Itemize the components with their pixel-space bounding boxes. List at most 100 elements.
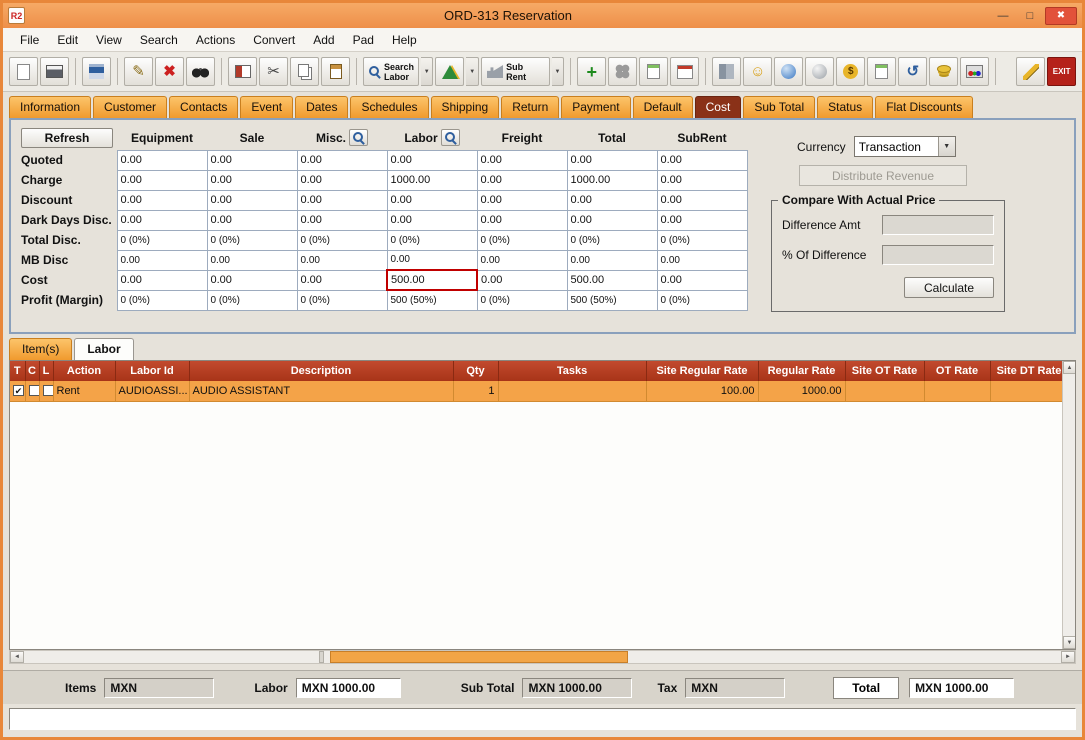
scroll-right-icon[interactable]: ►	[1061, 651, 1075, 663]
app-icon[interactable]: R2	[8, 7, 25, 24]
grid-cell[interactable]: 0.00	[297, 150, 387, 170]
grid-cell[interactable]: 0 (0%)	[387, 230, 477, 250]
grid-cell[interactable]: 0.00	[477, 190, 567, 210]
grid-cell[interactable]: 0.00	[387, 190, 477, 210]
sphere-button[interactable]	[805, 57, 834, 86]
grid-cell[interactable]: 0.00	[207, 250, 297, 270]
grid-cell[interactable]: 0.00	[297, 170, 387, 190]
grid-cell[interactable]: 0 (0%)	[117, 290, 207, 310]
close-button[interactable]: ✖	[1045, 7, 1077, 25]
c-checkbox[interactable]	[29, 385, 40, 396]
exchange-button[interactable]: ↺	[898, 57, 927, 86]
col-labor-id[interactable]: Labor Id	[115, 361, 189, 381]
menu-actions[interactable]: Actions	[187, 30, 244, 50]
globe-button[interactable]	[774, 57, 803, 86]
tab-status[interactable]: Status	[817, 96, 873, 118]
coins-button[interactable]	[929, 57, 958, 86]
col-ot-rate[interactable]: OT Rate	[924, 361, 990, 381]
col-t[interactable]: T	[10, 361, 25, 381]
smiley-button[interactable]: ☺	[743, 57, 772, 86]
col-site-dt-rate[interactable]: Site DT Rate	[990, 361, 1068, 381]
delete-button[interactable]: ✖	[155, 57, 184, 86]
grid-cell[interactable]: 0.00	[297, 250, 387, 270]
calculate-button[interactable]: Calculate	[904, 277, 994, 298]
tab-customer[interactable]: Customer	[93, 96, 167, 118]
cell-labor-id[interactable]: AUDIOASSI...	[115, 381, 189, 401]
grid-cell[interactable]: 0.00	[117, 150, 207, 170]
tab-cost[interactable]: Cost	[695, 96, 742, 118]
col-site-ot-rate[interactable]: Site OT Rate	[845, 361, 924, 381]
grid-cell[interactable]: 0 (0%)	[207, 290, 297, 310]
grid-cell[interactable]: 0.00	[117, 210, 207, 230]
scroll-up-icon[interactable]: ▲	[1063, 361, 1076, 374]
cell-ot-rate[interactable]	[924, 381, 990, 401]
add-button[interactable]: +	[577, 57, 606, 86]
grid-cell[interactable]: 0.00	[657, 250, 747, 270]
search-labor-dropdown[interactable]: ▼	[421, 57, 433, 86]
pct-of-difference-field[interactable]	[882, 245, 994, 265]
grid-cell[interactable]: 0.00	[387, 250, 477, 270]
find-button[interactable]	[186, 57, 215, 86]
exit-button[interactable]: EXIT	[1047, 57, 1076, 86]
sub-rent-button[interactable]: Sub Rent	[481, 57, 550, 86]
grid-cell[interactable]: 0.00	[387, 210, 477, 230]
labor-row[interactable]: ✔ Rent AUDIOASSI... AUDIO ASSISTANT 1 10…	[10, 381, 1068, 401]
tab-shipping[interactable]: Shipping	[431, 96, 500, 118]
grid-cell[interactable]: 0 (0%)	[207, 230, 297, 250]
grid-cell[interactable]: 500 (50%)	[567, 290, 657, 310]
distribute-revenue-button[interactable]: Distribute Revenue	[799, 165, 967, 186]
tab-dates[interactable]: Dates	[295, 96, 348, 118]
cell-site-dt-rate[interactable]	[990, 381, 1068, 401]
tab-payment[interactable]: Payment	[561, 96, 630, 118]
color-print-button[interactable]	[960, 57, 989, 86]
grid-cell[interactable]: 0 (0%)	[297, 290, 387, 310]
grid-cell[interactable]: 0 (0%)	[297, 230, 387, 250]
grid-cell[interactable]: 500 (50%)	[387, 290, 477, 310]
grid-cell[interactable]: 0.00	[657, 210, 747, 230]
grid-cell[interactable]: 0.00	[657, 190, 747, 210]
grid-cell[interactable]: 0 (0%)	[567, 230, 657, 250]
tab-contacts[interactable]: Contacts	[169, 96, 238, 118]
grid-cell[interactable]: 0.00	[567, 250, 657, 270]
grid-cell[interactable]: 0.00	[207, 270, 297, 290]
misc-search-button[interactable]	[349, 129, 368, 146]
grid-cell[interactable]: 0.00	[117, 250, 207, 270]
cost-labor-cell-selected[interactable]: 500.00	[387, 270, 477, 290]
splitter-handle[interactable]	[319, 651, 324, 663]
menu-view[interactable]: View	[87, 30, 131, 50]
grid-cell[interactable]: 0.00	[477, 170, 567, 190]
grid-cell[interactable]: 0.00	[297, 270, 387, 290]
col-action[interactable]: Action	[53, 361, 115, 381]
money-button[interactable]: $	[836, 57, 865, 86]
sub-rent-dropdown[interactable]: ▼	[552, 57, 564, 86]
menu-convert[interactable]: Convert	[244, 30, 304, 50]
menu-help[interactable]: Help	[383, 30, 426, 50]
grid-cell[interactable]: 0.00	[117, 190, 207, 210]
grid-cell[interactable]: 0.00	[207, 150, 297, 170]
menu-pad[interactable]: Pad	[344, 30, 383, 50]
scroll-left-icon[interactable]: ◄	[10, 651, 24, 663]
grid-cell[interactable]: 0.00	[477, 150, 567, 170]
grid-cell[interactable]: 0.00	[117, 270, 207, 290]
refresh-button[interactable]: Refresh	[21, 128, 113, 148]
cell-tasks[interactable]	[498, 381, 646, 401]
col-description[interactable]: Description	[189, 361, 453, 381]
tab-default[interactable]: Default	[633, 96, 693, 118]
wand-button[interactable]	[1016, 57, 1045, 86]
menu-edit[interactable]: Edit	[48, 30, 87, 50]
tab-information[interactable]: Information	[9, 96, 91, 118]
menu-search[interactable]: Search	[131, 30, 187, 50]
group-button[interactable]	[608, 57, 637, 86]
col-regular-rate[interactable]: Regular Rate	[758, 361, 845, 381]
grid-cell[interactable]: 0.00	[657, 150, 747, 170]
scrollbar-thumb[interactable]	[330, 651, 628, 663]
col-l[interactable]: L	[39, 361, 53, 381]
grid-cell[interactable]: 0.00	[477, 210, 567, 230]
grid-cell[interactable]: 0.00	[297, 190, 387, 210]
scroll-down-icon[interactable]: ▼	[1063, 636, 1076, 649]
grid-cell[interactable]: 0 (0%)	[117, 230, 207, 250]
grid-cell[interactable]: 1000.00	[387, 170, 477, 190]
copy-button[interactable]	[290, 57, 319, 86]
vertical-scrollbar[interactable]: ▲ ▼	[1062, 361, 1075, 649]
tab-labor[interactable]: Labor	[74, 338, 133, 360]
